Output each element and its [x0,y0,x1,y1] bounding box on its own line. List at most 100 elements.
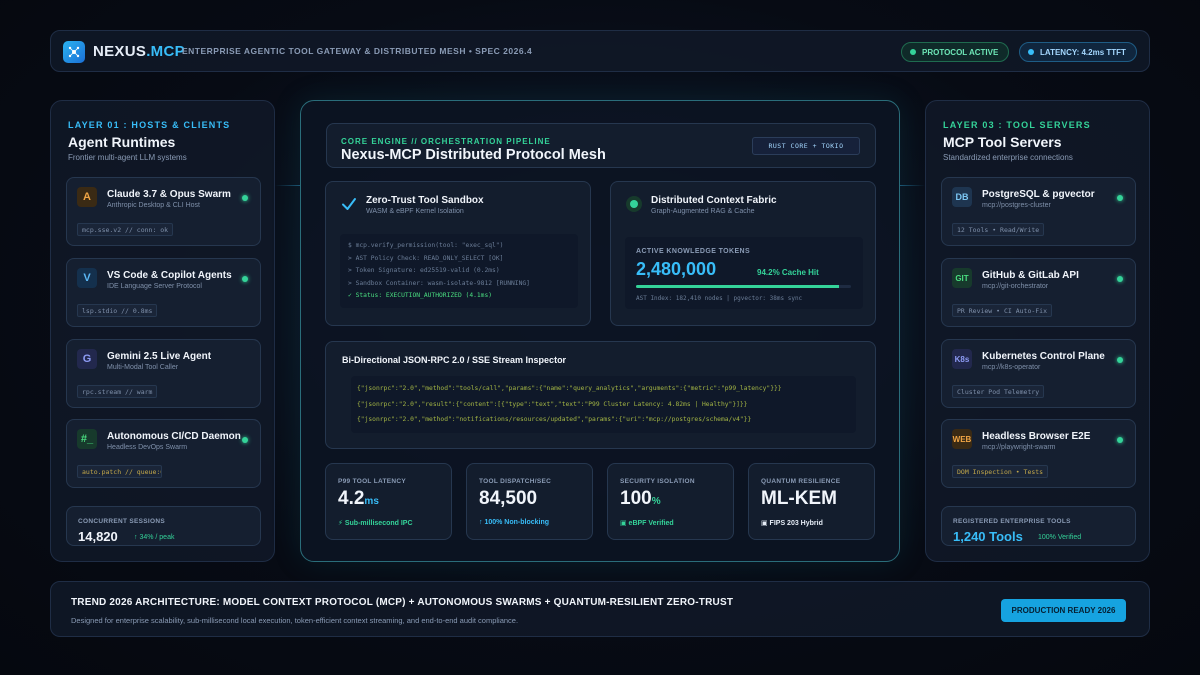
card-title: Autonomous CI/CD Daemon [107,431,241,442]
tool-card-postgres[interactable]: DB PostgreSQL & pgvector mcp://postgres-… [941,177,1136,246]
card-subtitle: Multi-Modal Tool Caller [107,364,179,371]
card-status-chip: 12 Tools • Read/Write [952,223,1045,236]
metric-value: ML-KEM [761,488,837,510]
card-title: GitHub & GitLab API [982,270,1079,281]
card-status-chip: mcp.sse.v2 // conn: ok [77,223,174,236]
rpc-message-log[interactable]: {"jsonrpc":"2.0","method":"tools/call","… [351,376,856,433]
online-status-icon [1117,357,1123,363]
online-status-icon [242,437,248,443]
sandbox-terminal-log: $ mcp.verify_permission(tool: "exec_sql"… [340,234,578,308]
card-status-chip: PR Review • CI Auto-Fix [952,304,1053,317]
card-subtitle: Anthropic Desktop & CLI Host [107,202,200,209]
brand-name: NEXUS.MCP [93,43,185,60]
tool-card-browser[interactable]: WEB Headless Browser E2E mcp://playwrigh… [941,419,1136,488]
card-status-chip: rpc.stream // warm [77,385,158,398]
engine-title: Nexus-MCP Distributed Protocol Mesh [341,147,606,163]
card-title: PostgreSQL & pgvector [982,189,1095,200]
stat-label: CONCURRENT SESSIONS [78,518,165,525]
rpc-message: {"jsonrpc":"2.0","method":"tools/call","… [357,385,782,392]
metric-unit: % [651,496,661,507]
metric-number: 100 [620,488,652,509]
footer-banner: TREND 2026 ARCHITECTURE: MODEL CONTEXT P… [50,581,1150,637]
metric-label: QUANTUM RESILIENCE [761,478,841,485]
stat-extra: 100% Verified [1038,534,1082,541]
index-meta: AST Index: 182,410 nodes | pgvector: 38m… [636,295,803,302]
vscode-icon: V [77,268,97,288]
brand-accent: .MCP [146,43,185,60]
online-status-icon [242,276,248,282]
card-status-chip: Cluster Pod Telemetry [952,385,1045,398]
checkmark-icon [342,198,356,210]
card-title: Kubernetes Control Plane [982,351,1105,362]
panel-subtitle: Standardized enterprise connections [943,153,1073,162]
runtime-card-claude[interactable]: A Claude 3.7 & Opus Swarm Anthropic Desk… [66,177,261,246]
metric-unit: ms [364,496,379,507]
layer-tag: LAYER 03 : TOOL SERVERS [943,120,1091,130]
runtime-card-vscode[interactable]: V VS Code & Copilot Agents IDE Language … [66,258,261,327]
card-status-chip: auto.patch // queue:0 [77,465,162,478]
knowledge-tokens-box: ACTIVE KNOWLEDGE TOKENS 2,480,000 94.2% … [625,237,863,309]
metric-value: 4.2ms [338,488,379,510]
module-subtitle: Graph-Augmented RAG & Cache [651,208,755,215]
brand-main: NEXUS [93,43,147,60]
logo-icon [63,41,85,63]
context-fabric-module: Distributed Context Fabric Graph-Augment… [610,181,876,326]
header-subtitle: ENTERPRISE AGENTIC TOOL GATEWAY & DISTRI… [182,46,533,56]
kubernetes-icon: K8s [952,349,972,369]
status-dot-icon [910,49,916,55]
stat-value: 1,240 Tools [953,529,1023,544]
web-icon: WEB [952,429,972,449]
tool-card-kubernetes[interactable]: K8s Kubernetes Control Plane mcp://k8s-o… [941,339,1136,408]
protocol-status-badge: PROTOCOL ACTIVE [901,42,1010,62]
tool-card-git[interactable]: GIT GitHub & GitLab API mcp://git-orches… [941,258,1136,327]
status-dot-icon [1028,49,1034,55]
runtime-card-gemini[interactable]: G Gemini 2.5 Live Agent Multi-Modal Tool… [66,339,261,408]
online-status-icon [1117,276,1123,282]
stat-value: 14,820 [78,529,118,544]
metric-security-isolation: SECURITY ISOLATION 100% ▣ eBPF Verified [607,463,734,540]
card-title: VS Code & Copilot Agents [107,270,232,281]
rpc-stream-inspector: Bi-Directional JSON-RPC 2.0 / SSE Stream… [325,341,876,449]
engine-header: CORE ENGINE // ORCHESTRATION PIPELINE Ne… [326,123,876,168]
metric-value: 84,500 [479,488,537,510]
production-ready-button[interactable]: PRODUCTION READY 2026 [1001,599,1126,622]
node-status-icon [626,196,642,212]
panel-title: Agent Runtimes [68,134,176,150]
concurrent-sessions-stat: CONCURRENT SESSIONS 14,820 ↑ 34% / peak [66,506,261,546]
engine-badge: RUST CORE + TOKIO [752,137,860,155]
metric-note: ⚡ Sub-millisecond IPC [338,520,413,527]
agent-runtimes-panel: LAYER 01 : HOSTS & CLIENTS Agent Runtime… [50,100,275,562]
metric-tool-dispatch: TOOL DISPATCH/SEC 84,500 ↑ 100% Non-bloc… [466,463,593,540]
gemini-icon: G [77,349,97,369]
terminal-line: > Token Signature: ed25519-valid (0.2ms) [348,267,500,274]
inspector-title: Bi-Directional JSON-RPC 2.0 / SSE Stream… [342,355,567,365]
cache-hit-rate: 94.2% Cache Hit [757,268,819,277]
card-subtitle: mcp://k8s-operator [982,364,1041,371]
terminal-line: > AST Policy Check: READ_ONLY_SELECT [OK… [348,254,504,262]
rpc-message: {"jsonrpc":"2.0","method":"notifications… [357,416,752,423]
cache-progress-bar [636,285,851,288]
terminal-icon: #_ [77,429,97,449]
stat-label: REGISTERED ENTERPRISE TOOLS [953,518,1071,525]
module-title: Distributed Context Fabric [651,195,777,206]
metric-quantum-resilience: QUANTUM RESILIENCE ML-KEM ▣ FIPS 203 Hyb… [748,463,875,540]
panel-title: MCP Tool Servers [943,134,1062,150]
connector-line-left [275,185,300,186]
zero-trust-sandbox-module: Zero-Trust Tool Sandbox WASM & eBPF Kern… [325,181,591,326]
terminal-line: > Sandbox Container: wasm-isolate-9812 [… [348,279,530,287]
metric-p99-latency: P99 TOOL LATENCY 4.2ms ⚡ Sub-millisecond… [325,463,452,540]
core-engine-panel: CORE ENGINE // ORCHESTRATION PIPELINE Ne… [300,100,900,562]
tool-servers-panel: LAYER 03 : TOOL SERVERS MCP Tool Servers… [925,100,1150,562]
tokens-value: 2,480,000 [636,259,717,279]
card-subtitle: mcp://git-orchestrator [982,283,1049,290]
metric-note: ↑ 100% Non-blocking [479,519,550,526]
card-subtitle: IDE Language Server Protocol [107,283,202,290]
card-title: Gemini 2.5 Live Agent [107,351,212,362]
rpc-message: {"jsonrpc":"2.0","result":{"content":[{"… [357,400,748,408]
metric-label: P99 TOOL LATENCY [338,478,407,485]
metric-note: ▣ FIPS 203 Hybrid [761,520,823,527]
runtime-card-cicd[interactable]: #_ Autonomous CI/CD Daemon Headless DevO… [66,419,261,488]
footer-title: TREND 2026 ARCHITECTURE: MODEL CONTEXT P… [71,597,734,608]
git-icon: GIT [952,268,972,288]
terminal-line: $ mcp.verify_permission(tool: "exec_sql"… [348,242,504,249]
